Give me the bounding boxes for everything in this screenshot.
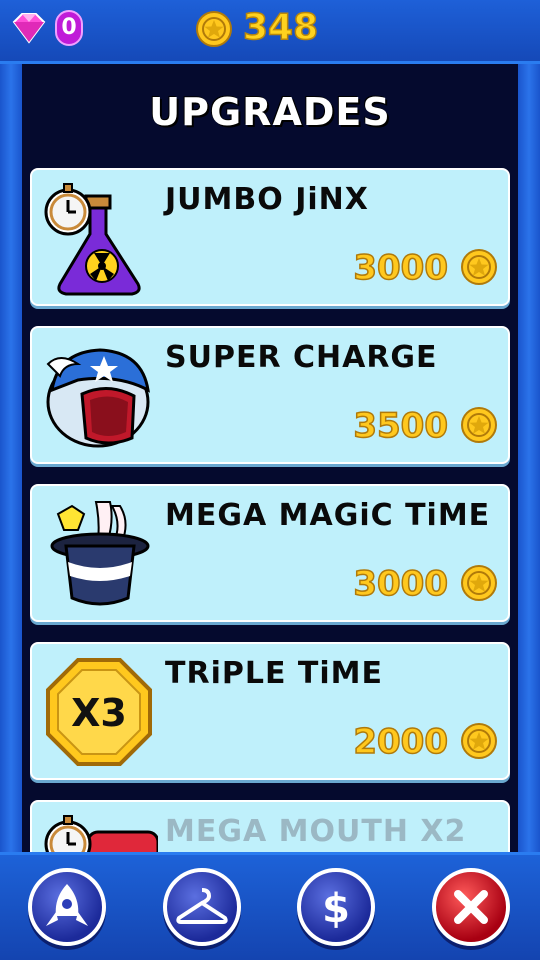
- rocket-button[interactable]: [28, 868, 106, 946]
- upgrade-price: 3000: [353, 247, 449, 289]
- panel-title: UPGRADES: [149, 90, 391, 134]
- upgrade-card-mega-magic-time[interactable]: MEGA MAGiC TiME 3000: [30, 484, 510, 622]
- right-frame: [518, 64, 540, 854]
- x3-badge-text: X3: [71, 691, 127, 735]
- coin-icon: [461, 249, 497, 285]
- top-bar: 0 348: [0, 0, 540, 64]
- left-frame: [0, 64, 22, 854]
- upgrade-card-triple-time[interactable]: X3 TRiPLE TiME 2000: [30, 642, 510, 780]
- coin-icon: [461, 723, 497, 759]
- upgrade-card-jumbo-jinx[interactable]: JUMBO JiNX 3000: [30, 168, 510, 306]
- potion-clock-icon: [44, 183, 141, 296]
- upgrade-card-super-charge[interactable]: SUPER CHARGE 3500: [30, 326, 510, 464]
- close-button[interactable]: [432, 868, 510, 946]
- upgrade-name: TRiPLE TiME: [165, 656, 383, 691]
- upgrade-price: 2000: [353, 721, 449, 763]
- winged-helmet-icon: [46, 348, 150, 448]
- coin-icon: [461, 407, 497, 443]
- coin-count: 348: [242, 6, 319, 49]
- coin-icon: [461, 565, 497, 601]
- upgrade-name: MEGA MAGiC TiME: [165, 498, 491, 533]
- gem-icon: [12, 13, 46, 44]
- upgrade-name: JUMBO JiNX: [165, 182, 369, 217]
- hanger-icon: [176, 888, 228, 924]
- coin-icon: [196, 11, 232, 47]
- wardrobe-button[interactable]: [163, 868, 241, 946]
- upgrade-name: MEGA MOUTH X2: [165, 814, 467, 849]
- gem-count: 0: [55, 10, 83, 46]
- dollar-icon: $: [322, 886, 350, 932]
- close-icon: [454, 890, 488, 924]
- rocket-icon: [46, 884, 88, 926]
- upgrade-name: SUPER CHARGE: [165, 340, 438, 375]
- svg-text:$: $: [322, 886, 350, 932]
- upgrade-price: 3500: [353, 405, 449, 447]
- magic-hat-icon: [50, 501, 150, 606]
- upgrade-price: 3000: [353, 563, 449, 605]
- x3-badge-icon: X3: [46, 658, 152, 766]
- shop-button[interactable]: $: [297, 868, 375, 946]
